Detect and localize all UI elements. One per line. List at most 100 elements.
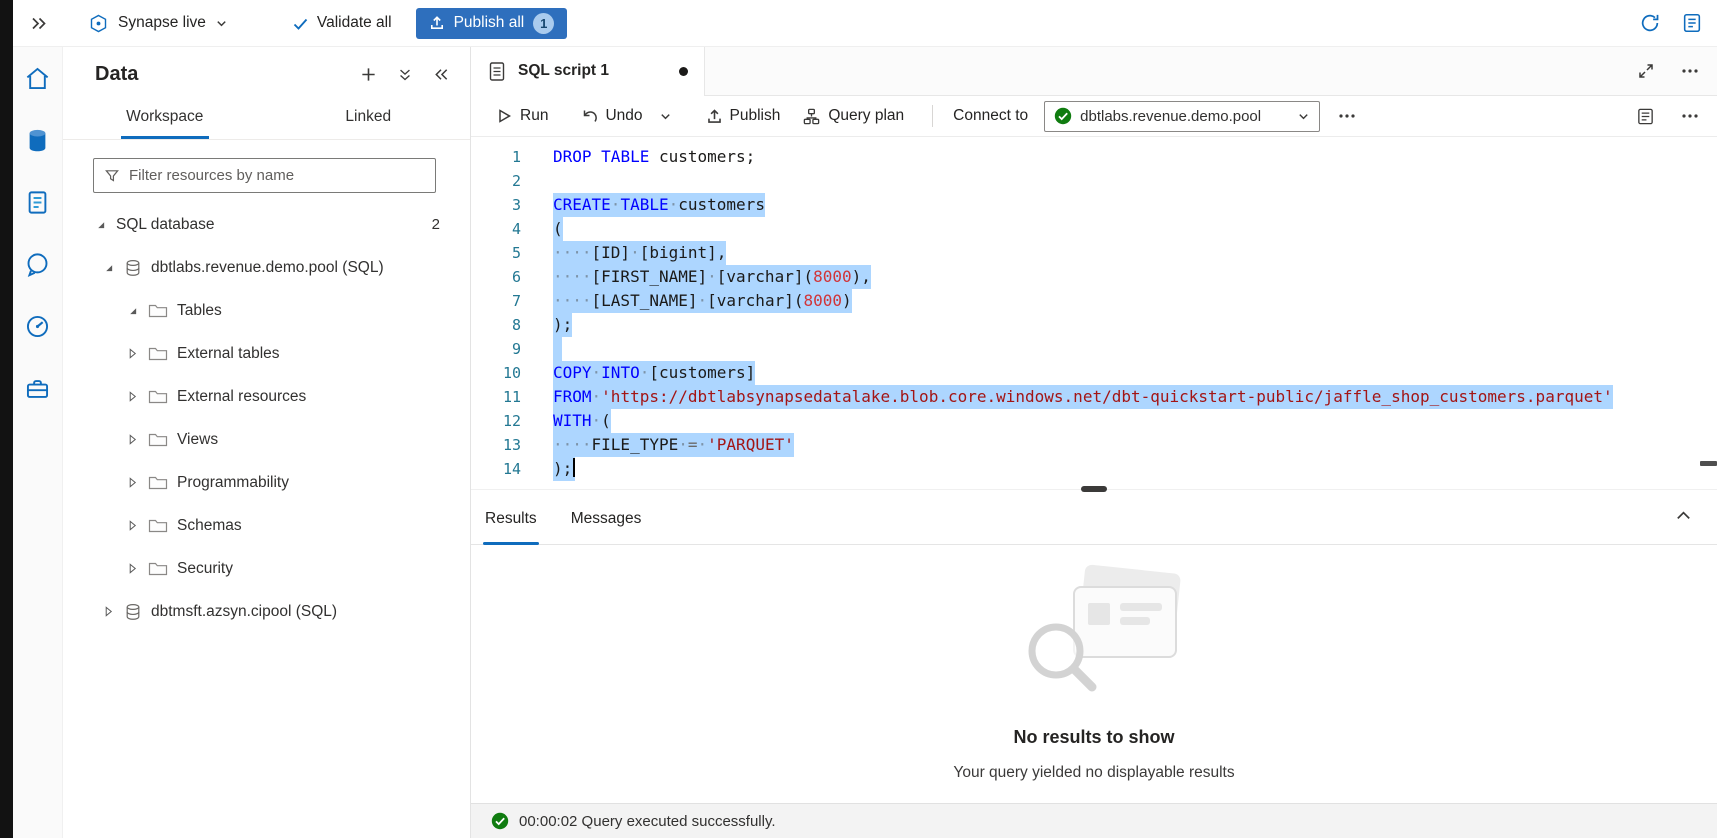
tab-sql-script-1[interactable]: SQL script 1 xyxy=(471,47,705,96)
editor-area: SQL script 1 Run xyxy=(471,47,1717,838)
run-button[interactable]: Run xyxy=(487,102,556,130)
top-command-bar: Synapse live Validate all Publish all 1 xyxy=(13,0,1717,47)
refresh-icon[interactable] xyxy=(1639,12,1661,34)
guide-icon[interactable] xyxy=(1681,12,1703,34)
code-text: ····[ID]·[bigint], xyxy=(553,241,726,265)
nav-develop-button[interactable] xyxy=(13,171,63,233)
tab-linked[interactable]: Linked xyxy=(267,98,471,139)
tree-item[interactable]: SQL database2 xyxy=(63,203,470,246)
filter-box[interactable] xyxy=(93,158,436,193)
properties-icon[interactable] xyxy=(1636,107,1655,126)
undo-button[interactable]: Undo xyxy=(572,102,650,130)
chevron-collapsed-icon[interactable] xyxy=(125,520,139,531)
publish-all-button[interactable]: Publish all 1 xyxy=(416,8,568,39)
mode-selector[interactable]: Synapse live xyxy=(88,13,228,34)
code-line[interactable]: 11FROM·'https://dbtlabsynapsedatalake.bl… xyxy=(471,385,1717,409)
home-icon xyxy=(24,65,51,92)
add-resource-icon[interactable] xyxy=(360,66,377,83)
tab-workspace[interactable]: Workspace xyxy=(63,98,267,139)
chevron-collapsed-icon[interactable] xyxy=(125,434,139,445)
tree-item[interactable]: External resources xyxy=(63,375,470,418)
nav-data-button[interactable] xyxy=(13,109,63,171)
nav-monitor-button[interactable] xyxy=(13,295,63,357)
code-line[interactable]: 4( xyxy=(471,217,1717,241)
line-number: 2 xyxy=(471,169,547,193)
tab-more-icon[interactable] xyxy=(1681,68,1699,74)
nav-integrate-button[interactable] xyxy=(13,233,63,295)
panel-resize-handle[interactable] xyxy=(1081,486,1107,492)
chevron-down-icon xyxy=(1297,110,1310,123)
integrate-icon xyxy=(24,251,51,278)
expand-all-icon[interactable] xyxy=(397,67,413,83)
undo-dropdown-icon[interactable] xyxy=(651,105,680,128)
validate-all-button[interactable]: Validate all xyxy=(292,14,392,32)
code-line[interactable]: 8); xyxy=(471,313,1717,337)
chevron-collapsed-icon[interactable] xyxy=(125,477,139,488)
code-line[interactable]: 5····[ID]·[bigint], xyxy=(471,241,1717,265)
line-number: 1 xyxy=(471,145,547,169)
tab-linked-label: Linked xyxy=(345,108,391,125)
collapse-panel-icon[interactable] xyxy=(433,66,450,83)
nav-manage-button[interactable] xyxy=(13,357,63,419)
tree-item-label: Tables xyxy=(177,302,222,320)
tab-results[interactable]: Results xyxy=(473,496,549,544)
code-line[interactable]: 13····FILE_TYPE·=·'PARQUET' xyxy=(471,433,1717,457)
tree-item[interactable]: Programmability xyxy=(63,461,470,504)
expand-nav-icon[interactable] xyxy=(29,14,48,33)
chevron-collapsed-icon[interactable] xyxy=(125,563,139,574)
tree-item-label: dbtmsft.azsyn.cipool (SQL) xyxy=(151,603,337,621)
empty-results-illustration xyxy=(994,559,1194,711)
editor-toolbar: Run Undo Publish Query p xyxy=(471,96,1717,137)
tree-item[interactable]: External tables xyxy=(63,332,470,375)
tree-item-count: 2 xyxy=(432,216,440,233)
code-line[interactable]: 7····[LAST_NAME]·[varchar](8000) xyxy=(471,289,1717,313)
toolbar-overflow-icon[interactable] xyxy=(1681,113,1699,119)
line-number: 3 xyxy=(471,193,547,217)
database-icon xyxy=(124,259,142,277)
tree-item[interactable]: dbtmsft.azsyn.cipool (SQL) xyxy=(63,590,470,633)
code-line[interactable]: 10COPY·INTO·[customers] xyxy=(471,361,1717,385)
validate-label: Validate all xyxy=(317,14,392,32)
query-plan-label: Query plan xyxy=(828,107,904,125)
tree-item[interactable]: Security xyxy=(63,547,470,590)
expand-editor-icon[interactable] xyxy=(1637,62,1655,80)
toolbar-more-icon[interactable] xyxy=(1338,113,1356,119)
code-line[interactable]: 12WITH·( xyxy=(471,409,1717,433)
chevron-collapsed-icon[interactable] xyxy=(125,348,139,359)
tree-item[interactable]: Views xyxy=(63,418,470,461)
tree-item[interactable]: Tables xyxy=(63,289,470,332)
synapse-studio-window: Synapse live Validate all Publish all 1 xyxy=(0,0,1717,838)
chevron-expanded-icon[interactable] xyxy=(93,219,107,230)
query-plan-button[interactable]: Query plan xyxy=(794,102,912,131)
tree-item-label: Programmability xyxy=(177,474,289,492)
folder-icon xyxy=(148,302,168,319)
code-line[interactable]: 9 xyxy=(471,337,1717,361)
chevron-down-icon xyxy=(215,17,228,30)
code-line[interactable]: 3CREATE·TABLE·customers xyxy=(471,193,1717,217)
document-tab-bar: SQL script 1 xyxy=(471,47,1717,96)
collapse-results-icon[interactable] xyxy=(1674,506,1693,525)
chevron-expanded-icon[interactable] xyxy=(125,305,139,316)
code-editor[interactable]: 1DROP TABLE customers;23CREATE·TABLE·cus… xyxy=(471,137,1717,489)
left-nav-rail xyxy=(13,47,63,838)
pool-select-dropdown[interactable]: dbtlabs.revenue.demo.pool xyxy=(1044,101,1320,132)
code-line[interactable]: 6····[FIRST_NAME]·[varchar](8000), xyxy=(471,265,1717,289)
chevron-collapsed-icon[interactable] xyxy=(125,391,139,402)
code-line[interactable]: 2 xyxy=(471,169,1717,193)
status-bar: 00:00:02 Query executed successfully. xyxy=(471,803,1717,838)
chevron-collapsed-icon[interactable] xyxy=(101,606,115,617)
tree-item[interactable]: dbtlabs.revenue.demo.pool (SQL) xyxy=(63,246,470,289)
tab-messages-label: Messages xyxy=(571,510,642,527)
chevron-expanded-icon[interactable] xyxy=(101,262,115,273)
tree-item[interactable]: Schemas xyxy=(63,504,470,547)
tab-messages[interactable]: Messages xyxy=(559,496,654,544)
empty-title: No results to show xyxy=(1013,727,1174,748)
nav-home-button[interactable] xyxy=(13,47,63,109)
unsaved-indicator xyxy=(679,67,688,76)
tree-item-label: Security xyxy=(177,560,233,578)
tree-item-label: External resources xyxy=(177,388,306,406)
code-line[interactable]: 1DROP TABLE customers; xyxy=(471,145,1717,169)
publish-button[interactable]: Publish xyxy=(698,102,789,130)
code-line[interactable]: 14); xyxy=(471,457,1717,481)
filter-input[interactable] xyxy=(129,167,425,184)
